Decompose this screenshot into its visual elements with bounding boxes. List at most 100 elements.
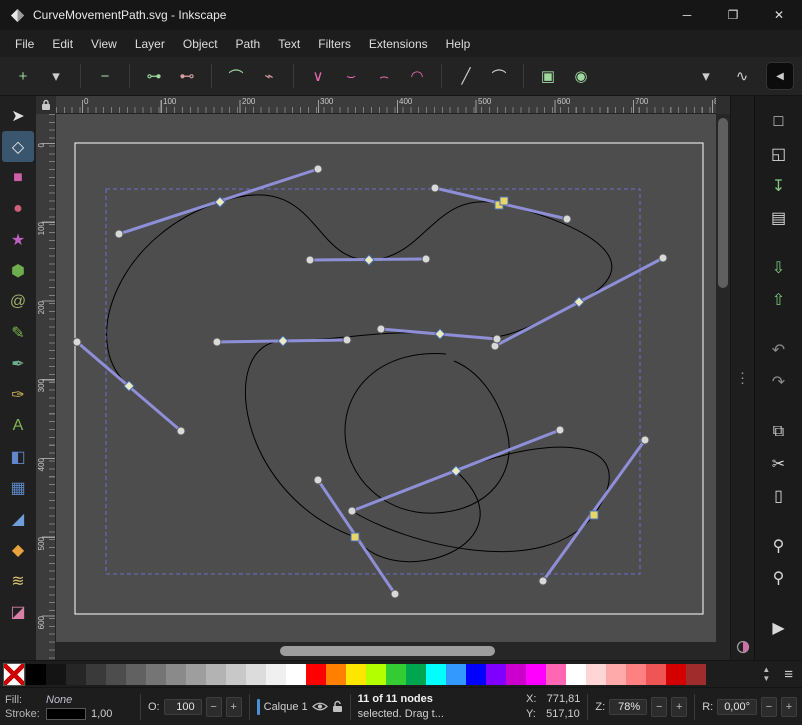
handle-endpoint[interactable] [391, 590, 399, 598]
handle-endpoint[interactable] [115, 230, 123, 238]
palette-swatch-32[interactable] [666, 664, 686, 685]
menu-extensions[interactable]: Extensions [360, 33, 437, 55]
handle-endpoint[interactable] [314, 165, 322, 173]
palette-scroll-down-button[interactable]: ▼ [762, 674, 770, 683]
zoom-input[interactable]: 78% [609, 699, 647, 715]
auto-smooth-node-button[interactable]: ◠ [402, 62, 432, 90]
palette-swatch-9[interactable] [206, 664, 226, 685]
coords-dropdown[interactable]: ▾ [694, 62, 718, 90]
spray-tool[interactable]: ◪ [2, 596, 34, 627]
palette-swatch-31[interactable] [646, 664, 666, 685]
horizontal-scrollbar-thumb[interactable] [280, 646, 495, 656]
paint-bucket-tool[interactable]: ◆ [2, 534, 34, 565]
handle-endpoint[interactable] [343, 336, 351, 344]
lock-guides-icon[interactable] [41, 99, 51, 111]
gradient-tool[interactable]: ◧ [2, 441, 34, 472]
vertical-scrollbar[interactable] [716, 114, 730, 642]
menu-file[interactable]: File [6, 33, 43, 55]
palette-swatch-2[interactable] [66, 664, 86, 685]
handle-endpoint[interactable] [563, 215, 571, 223]
zoom-decrease-button[interactable]: − [651, 697, 667, 717]
handle-endpoint[interactable] [213, 338, 221, 346]
break-nodes-button[interactable]: ⊷ [172, 62, 202, 90]
palette-swatch-16[interactable] [346, 664, 366, 685]
stroke-to-path-button[interactable]: ◉ [566, 62, 596, 90]
handle-endpoint[interactable] [556, 426, 564, 434]
rotation-decrease-button[interactable]: − [761, 697, 777, 717]
palette-swatch-18[interactable] [386, 664, 406, 685]
palette-swatch-21[interactable] [446, 664, 466, 685]
minimize-button[interactable]: ─ [664, 0, 710, 30]
zoom-increase-button[interactable]: + [671, 697, 687, 717]
mesh-tool[interactable]: ▦ [2, 472, 34, 503]
palette-swatch-12[interactable] [266, 664, 286, 685]
star-tool[interactable]: ★ [2, 224, 34, 255]
canvas-area[interactable] [56, 114, 716, 642]
handle-endpoint[interactable] [659, 254, 667, 262]
palette-swatch-10[interactable] [226, 664, 246, 685]
drawing-canvas[interactable] [56, 114, 716, 642]
opacity-decrease-button[interactable]: − [206, 697, 222, 717]
undo-button[interactable]: ↶ [764, 336, 794, 363]
save-document-button[interactable]: ↧ [764, 172, 794, 199]
vertical-ruler[interactable]: 0100200300400500600 [36, 114, 56, 660]
handle-endpoint[interactable] [73, 338, 81, 346]
join-nodes-button[interactable]: ⊶ [139, 62, 169, 90]
spiral-tool[interactable]: @ [2, 286, 34, 317]
path-node-square[interactable] [351, 533, 359, 541]
horizontal-ruler[interactable]: 0100200300400500600700800 [56, 96, 716, 114]
show-dialogs-button[interactable]: ▶ [764, 614, 794, 641]
palette-swatch-22[interactable] [466, 664, 486, 685]
rectangle-tool[interactable]: ■ [2, 162, 34, 193]
import-button[interactable]: ⇩ [764, 254, 794, 281]
handle-endpoint[interactable] [377, 325, 385, 333]
object-to-path-button[interactable]: ▣ [533, 62, 563, 90]
rotation-input[interactable]: 0,00° [717, 699, 757, 715]
bezier-path-1[interactable] [345, 354, 509, 514]
palette-swatch-25[interactable] [526, 664, 546, 685]
stroke-color-swatch[interactable] [46, 708, 86, 720]
rotation-increase-button[interactable]: + [781, 697, 797, 717]
horizontal-scrollbar[interactable] [56, 642, 716, 660]
fill-stroke-indicator[interactable]: Fill: None Stroke: 1,00 [5, 694, 133, 720]
delete-node-button[interactable]: − [90, 62, 120, 90]
insert-node-button[interactable]: + [8, 62, 38, 90]
menu-text[interactable]: Text [269, 33, 309, 55]
palette-swatch-28[interactable] [586, 664, 606, 685]
corner-node-button[interactable]: ∨ [303, 62, 333, 90]
palette-swatch-1[interactable] [46, 664, 66, 685]
handle-endpoint[interactable] [493, 335, 501, 343]
menu-path[interactable]: Path [227, 33, 270, 55]
selector-tool[interactable]: ➤ [2, 100, 34, 131]
path-node-diamond[interactable] [364, 255, 374, 265]
palette-swatch-20[interactable] [426, 664, 446, 685]
opacity-input[interactable]: 100 [164, 699, 202, 715]
palette-swatch-26[interactable] [546, 664, 566, 685]
palette-swatch-14[interactable] [306, 664, 326, 685]
cut-button[interactable]: ✂ [764, 450, 794, 477]
handle-endpoint[interactable] [348, 507, 356, 515]
palette-swatch-17[interactable] [366, 664, 386, 685]
ellipse-tool[interactable]: ● [2, 193, 34, 224]
dock-resize-handle[interactable]: ⋮ [736, 370, 750, 387]
path-effects-button[interactable]: ∿ [730, 62, 754, 90]
palette-swatch-0[interactable] [26, 664, 46, 685]
palette-swatch-3[interactable] [86, 664, 106, 685]
palette-swatch-33[interactable] [686, 664, 706, 685]
handle-endpoint[interactable] [422, 255, 430, 263]
handle-endpoint[interactable] [539, 577, 547, 585]
palette-swatch-5[interactable] [126, 664, 146, 685]
layer-visibility-eye-icon[interactable] [312, 701, 328, 712]
curve-segment-button[interactable]: ⌒ [484, 62, 514, 90]
menu-layer[interactable]: Layer [126, 33, 174, 55]
vertical-scrollbar-thumb[interactable] [718, 118, 728, 288]
opacity-increase-button[interactable]: + [226, 697, 242, 717]
menu-view[interactable]: View [82, 33, 126, 55]
dropper-tool[interactable]: ◢ [2, 503, 34, 534]
new-document-button[interactable]: □ [764, 108, 794, 135]
menu-object[interactable]: Object [174, 33, 227, 55]
layer-unlock-icon[interactable] [332, 700, 343, 713]
palette-swatch-30[interactable] [626, 664, 646, 685]
layer-name[interactable]: Calque 1 [264, 701, 308, 713]
insert-node-dropdown[interactable]: ▾ [41, 62, 71, 90]
